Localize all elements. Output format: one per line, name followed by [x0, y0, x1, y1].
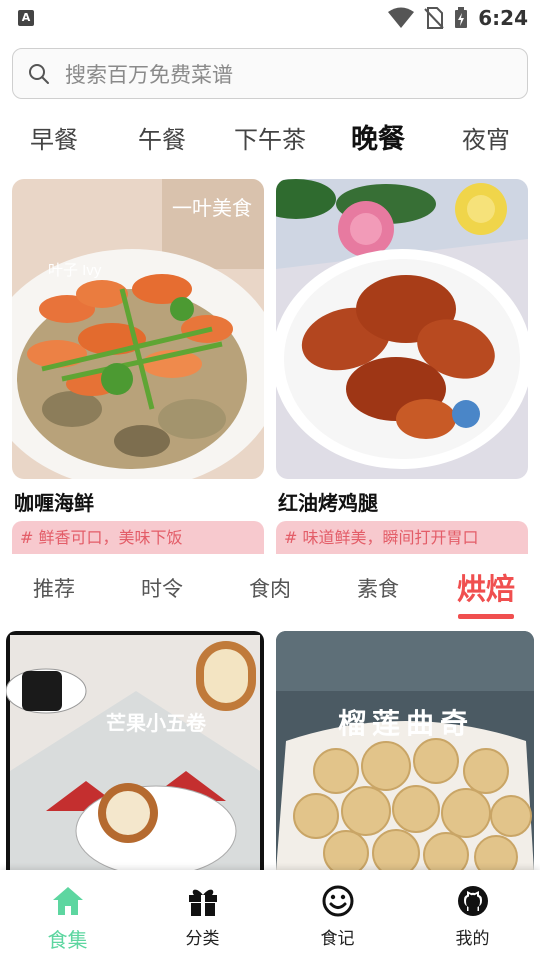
tab-seasonal[interactable]: 时令: [108, 566, 216, 612]
search-input[interactable]: 搜索百万免费菜谱: [12, 48, 528, 99]
recipe-tag: # 味道鲜美，瞬间打开胃口: [276, 521, 528, 554]
status-bar: A 6:24: [0, 0, 540, 36]
battery-icon: [455, 7, 468, 28]
bottom-navigation: 食集 分类 食记 我的: [0, 870, 540, 960]
tab-recommended[interactable]: 推荐: [0, 566, 108, 612]
recipe-tag: # 鲜香可口，美味下饭: [12, 521, 264, 554]
baking-card-mango-roll[interactable]: 芒果小五卷: [6, 631, 264, 871]
card-overlay-text: 芒果小五卷: [106, 711, 207, 735]
tab-baking[interactable]: 烘焙: [432, 566, 540, 612]
search-placeholder: 搜索百万免费菜谱: [65, 62, 233, 87]
clock-time: 6:24: [478, 6, 528, 30]
tab-lunch[interactable]: 午餐: [108, 118, 216, 162]
home-icon: [52, 887, 83, 915]
nav-item-mine[interactable]: 我的: [405, 884, 540, 954]
notification-icon: A: [18, 10, 34, 26]
search-icon: [29, 63, 49, 84]
watermark-logo: 叶子 Ivy: [48, 262, 102, 279]
smile-icon: [322, 885, 353, 917]
recipe-title: 红油烤鸡腿: [278, 491, 378, 515]
nav-label: 分类: [185, 929, 220, 949]
category-tabs: 推荐 时令 食肉 素食 烘焙: [0, 566, 540, 622]
tab-late-night[interactable]: 夜宵: [432, 118, 540, 162]
watermark-text: 一叶美食: [172, 197, 252, 220]
nav-label: 食记: [320, 929, 355, 949]
tab-dinner[interactable]: 晚餐: [324, 118, 432, 162]
no-sim-icon: [424, 7, 444, 29]
tab-vegetarian[interactable]: 素食: [324, 566, 432, 612]
tab-meat[interactable]: 食肉: [216, 566, 324, 612]
recipe-card-curry-seafood[interactable]: 一叶美食 叶子 Ivy 咖喱海鲜 # 鲜香可口，美味下饭: [12, 179, 264, 554]
recipe-card-roast-chicken[interactable]: 红油烤鸡腿 # 味道鲜美，瞬间打开胃口: [276, 179, 528, 554]
status-icons: 6:24: [388, 6, 528, 30]
recipe-title: 咖喱海鲜: [14, 491, 94, 515]
nav-item-food-diary[interactable]: 食记: [270, 884, 405, 954]
meal-tabs: 早餐 午餐 下午茶 晚餐 夜宵: [0, 118, 540, 166]
wifi-icon: [388, 7, 415, 28]
baking-card-durian-cookies[interactable]: 榴莲曲奇: [276, 631, 534, 871]
tab-breakfast[interactable]: 早餐: [0, 118, 108, 162]
recipe-image-roast-chicken: [276, 179, 528, 479]
gift-icon: [188, 889, 217, 916]
nav-item-category[interactable]: 分类: [135, 884, 270, 954]
recipe-image-curry-seafood: 一叶美食 叶子 Ivy: [12, 179, 264, 479]
active-tab-indicator: [458, 614, 514, 619]
tab-afternoon-tea[interactable]: 下午茶: [216, 118, 324, 162]
card-overlay-text: 榴莲曲奇: [338, 707, 474, 740]
github-icon: [457, 886, 488, 916]
nav-label: 我的: [455, 929, 490, 949]
nav-item-home[interactable]: 食集: [0, 884, 135, 954]
nav-label: 食集: [47, 928, 88, 952]
